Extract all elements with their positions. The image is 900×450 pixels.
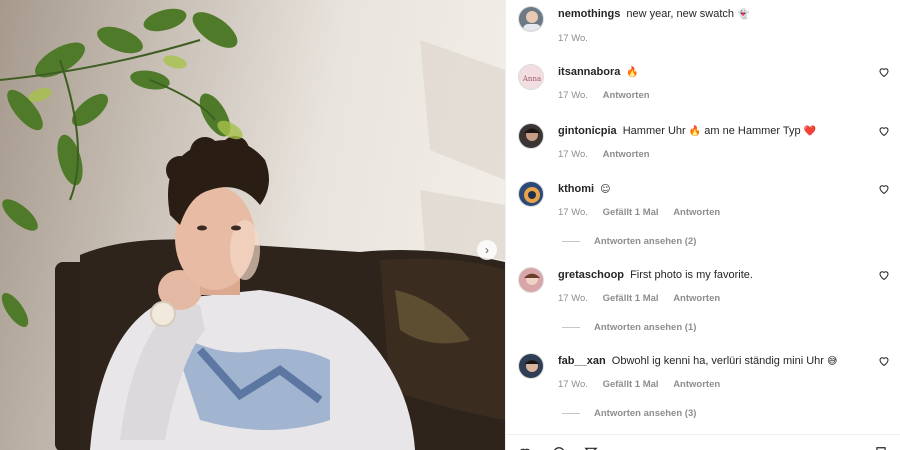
svg-text:Anna: Anna: [522, 75, 541, 83]
comment-time[interactable]: 17 Wo.: [558, 379, 588, 390]
comments-panel: nemothings new year, new swatch 👻 17 Wo.…: [505, 0, 900, 450]
chevron-right-icon: ›: [485, 243, 489, 257]
post-photo: ›: [0, 0, 505, 450]
red-heart-icon: ❤️: [803, 126, 817, 137]
sweat-smile-icon: 😅: [826, 356, 838, 367]
reply-button[interactable]: Antworten: [673, 379, 720, 390]
likes-count[interactable]: Gefällt 1 Mal: [603, 207, 659, 218]
like-icon[interactable]: [518, 446, 532, 450]
comment-username[interactable]: gretaschoop: [558, 269, 624, 281]
reply-button[interactable]: Antworten: [603, 90, 650, 101]
comment-time[interactable]: 17 Wo.: [558, 33, 588, 44]
heart-outline-icon[interactable]: [878, 125, 890, 137]
likes-count[interactable]: Gefällt 1 Mal: [603, 293, 659, 304]
replies-divider: [562, 413, 580, 414]
comment-username[interactable]: kthomi: [558, 183, 594, 195]
view-replies-label: Antworten ansehen (2): [594, 236, 697, 247]
avatar[interactable]: [518, 353, 544, 379]
avatar[interactable]: [518, 267, 544, 293]
comment-username[interactable]: fab__xan: [558, 355, 606, 367]
view-replies-button[interactable]: Antworten ansehen (3): [562, 408, 696, 419]
comment-time[interactable]: 17 Wo.: [558, 293, 588, 304]
heart-outline-icon[interactable]: [878, 183, 890, 195]
smiling-face-icon: ☺: [600, 184, 611, 195]
reply-button[interactable]: Antworten: [673, 293, 720, 304]
view-replies-button[interactable]: Antworten ansehen (2): [562, 236, 696, 247]
avatar[interactable]: [518, 123, 544, 149]
comment-text: new year, new swatch: [626, 8, 735, 20]
comment-time[interactable]: 17 Wo.: [558, 207, 588, 218]
avatar[interactable]: [518, 181, 544, 207]
comment-time[interactable]: 17 Wo.: [558, 90, 588, 101]
view-replies-button[interactable]: Antworten ansehen (1): [562, 322, 696, 333]
comment-text: First photo is my favorite.: [630, 269, 753, 281]
comment-username[interactable]: gintonicpia: [558, 125, 617, 137]
share-icon[interactable]: [584, 446, 598, 450]
likes-count[interactable]: Gefällt 1 Mal: [603, 379, 659, 390]
replies-divider: [562, 327, 580, 328]
comment-username[interactable]: itsannabora: [558, 66, 620, 78]
heart-outline-icon[interactable]: [878, 269, 890, 281]
replies-divider: [562, 241, 580, 242]
fire-icon: 🔥: [688, 126, 702, 137]
view-replies-label: Antworten ansehen (1): [594, 322, 697, 333]
photo-illustration: [0, 8, 505, 450]
comment-username[interactable]: nemothings: [558, 8, 620, 20]
comment-text: Obwohl ig kenni ha, verlüri ständig mini…: [611, 355, 824, 367]
heart-outline-icon[interactable]: [878, 355, 890, 367]
avatar[interactable]: Anna: [518, 64, 544, 90]
bookmark-icon[interactable]: [874, 446, 888, 450]
reply-button[interactable]: Antworten: [603, 149, 650, 160]
comment-text: Hammer Uhr: [622, 125, 686, 137]
reply-button[interactable]: Antworten: [673, 207, 720, 218]
action-bar: [506, 434, 900, 450]
comment-text-continued: am ne Hammer Typ: [704, 125, 801, 137]
view-replies-label: Antworten ansehen (3): [594, 408, 697, 419]
avatar[interactable]: [518, 6, 544, 32]
ghost-icon: 👻: [737, 9, 750, 20]
fire-icon: 🔥: [626, 67, 639, 78]
comment-icon[interactable]: [552, 446, 566, 450]
heart-outline-icon[interactable]: [878, 66, 890, 78]
next-photo-button[interactable]: ›: [477, 240, 497, 260]
comment-time[interactable]: 17 Wo.: [558, 149, 588, 160]
